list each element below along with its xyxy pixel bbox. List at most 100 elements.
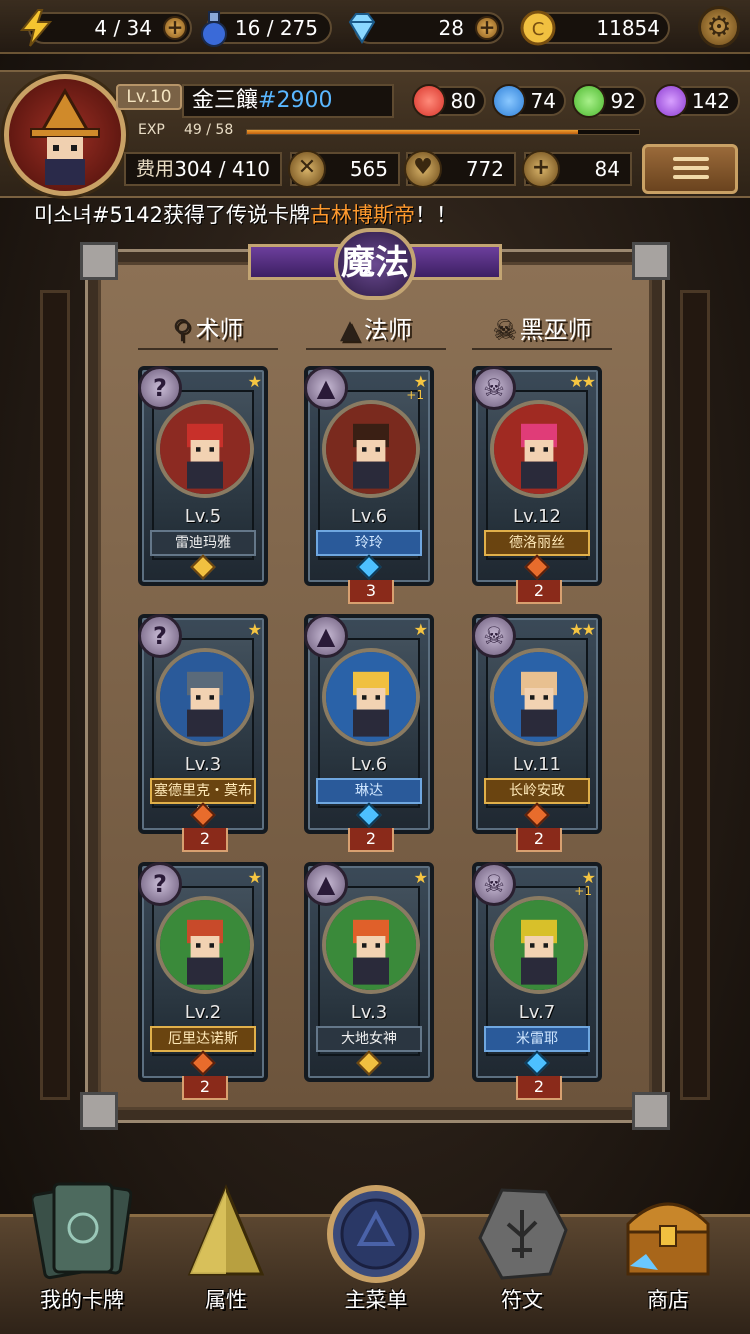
character-portrait-icon <box>326 404 416 494</box>
card-name: 德洛丽丝 <box>484 530 590 556</box>
blue-orb-counter: 74 <box>492 84 566 118</box>
board-corner-tr <box>632 242 670 280</box>
gem-add-button[interactable]: + <box>475 16 499 40</box>
magic-card[interactable]: ▲ ★ +1 Lv.6 玲玲 3 <box>304 366 434 604</box>
green-orb-icon <box>572 84 606 118</box>
card-class-badge: ☠ <box>472 366 516 410</box>
card-portrait <box>490 896 588 994</box>
card-portrait <box>490 648 588 746</box>
energy-add-button[interactable]: + <box>163 16 187 40</box>
nav-label: 主菜单 <box>344 1288 408 1312</box>
potion-counter: 16 / 275 <box>201 11 332 47</box>
card-level: Lv.6 <box>350 506 388 527</box>
player-level: Lv.10 <box>116 84 182 110</box>
treasure-chest-icon <box>626 1202 710 1276</box>
card-level: Lv.5 <box>184 506 222 527</box>
star-rating: ★★ <box>569 372 596 391</box>
board-corner-br <box>632 1092 670 1130</box>
magic-card[interactable]: ? ★ Lv.2 厄里达诺斯 2 <box>138 862 268 1100</box>
card-class-badge: ☠ <box>472 614 516 658</box>
card-count: 2 <box>516 828 562 852</box>
cost-counter: 费用 304 / 410 <box>124 152 282 186</box>
card-name: 大地女神 <box>316 1026 422 1052</box>
purple-orb-icon <box>654 84 688 118</box>
card-class-badge: ▲ <box>304 862 348 906</box>
nav-main-menu[interactable]: 主菜单 <box>306 1168 446 1334</box>
column-header-summoner: ⚲ 术师 <box>138 310 278 350</box>
card-count: 2 <box>516 1076 562 1100</box>
exp-label: EXP <box>138 122 165 138</box>
magic-card[interactable]: ▲ ★ Lv.6 琳达 2 <box>304 614 434 852</box>
magic-card[interactable]: ☠ ★★ Lv.12 德洛丽丝 2 <box>472 366 602 604</box>
crossed-swords-icon: ✕ <box>288 150 326 188</box>
cost-value: 304 / 410 <box>174 157 270 181</box>
ticker-prefix: 미소녀#5142获得了传说卡牌 <box>34 203 310 227</box>
nav-my-cards[interactable]: 我的卡牌 <box>12 1168 152 1334</box>
character-portrait-icon <box>160 652 250 742</box>
card-portrait <box>156 400 254 498</box>
svg-text:C: C <box>532 19 545 40</box>
nav-runes[interactable]: 符文 <box>452 1168 592 1334</box>
card-name: 琳达 <box>316 778 422 804</box>
hamburger-menu-button[interactable] <box>642 144 738 194</box>
green-orb-counter: 92 <box>572 84 646 118</box>
magic-card[interactable]: ? ★ Lv.3 塞德里克・莫布雷 2 <box>138 614 268 852</box>
card-class-badge: ☠ <box>472 862 516 906</box>
star-rating: ★ <box>247 868 262 887</box>
staff-icon: ⚲ <box>172 315 192 345</box>
magic-card[interactable]: ☠ ★ +1 Lv.7 米雷耶 2 <box>472 862 602 1100</box>
attack-value: 565 <box>349 157 388 181</box>
purple-orb-value: 142 <box>691 89 730 113</box>
star-rating: ★ <box>247 620 262 639</box>
emblem-icon <box>327 1185 425 1283</box>
player-avatar[interactable] <box>4 74 126 196</box>
star-bonus: +1 <box>406 388 424 402</box>
magic-card[interactable]: ☠ ★★ Lv.11 长岭安政 2 <box>472 614 602 852</box>
announcement-ticker: 미소녀#5142获得了传说卡牌古林博斯帝！！ <box>34 200 457 230</box>
nav-label: 商店 <box>647 1288 689 1312</box>
column-header-dark-wizard: ☠ 黑巫师 <box>472 310 612 350</box>
gear-icon[interactable]: ⚙ <box>698 6 740 48</box>
card-name: 玲玲 <box>316 530 422 556</box>
attack-counter: ✕ 565 <box>288 150 400 188</box>
card-count: 2 <box>516 580 562 604</box>
heart-shield-icon: ♥ <box>404 150 442 188</box>
card-name: 长岭安政 <box>484 778 590 804</box>
magic-card[interactable]: ▲ ★ Lv.3 大地女神 <box>304 862 434 1082</box>
card-class-badge: ? <box>138 862 182 906</box>
board-corner-tl <box>80 242 118 280</box>
card-class-badge: ? <box>138 366 182 410</box>
player-name-text: 金三饟 <box>192 88 259 113</box>
character-portrait-icon <box>494 900 584 990</box>
nav-attributes[interactable]: 属性 <box>156 1168 296 1334</box>
defense-value: 772 <box>465 157 504 181</box>
card-name: 厄里达诺斯 <box>150 1026 256 1052</box>
cards-icon <box>32 1181 132 1280</box>
health-counter: + 84 <box>522 150 632 188</box>
card-name: 米雷耶 <box>484 1026 590 1052</box>
character-portrait-icon <box>160 404 250 494</box>
star-rating: ★ <box>413 620 428 639</box>
defense-counter: ♥ 772 <box>404 150 516 188</box>
card-portrait <box>156 896 254 994</box>
nav-label: 属性 <box>205 1288 247 1312</box>
star-rating: ★ <box>413 868 428 887</box>
ticker-suffix: ！！ <box>415 203 457 227</box>
exp-bar: EXP 49 / 58 <box>130 122 640 140</box>
star-rating: ★ <box>247 372 262 391</box>
nav-shop[interactable]: 商店 <box>598 1168 738 1334</box>
card-level: Lv.6 <box>350 754 388 775</box>
card-name: 雷迪玛雅 <box>150 530 256 556</box>
wizard-hat-icon: ▲ <box>340 315 360 345</box>
character-portrait-icon <box>326 652 416 742</box>
gem-value: 28 <box>438 16 464 40</box>
right-side-bar <box>680 290 710 1100</box>
card-level: Lv.7 <box>518 1002 556 1023</box>
card-portrait <box>490 400 588 498</box>
card-level: Lv.11 <box>513 754 561 775</box>
red-orb-counter: 80 <box>412 84 486 118</box>
red-orb-icon <box>412 84 446 118</box>
magic-card[interactable]: ? ★ Lv.5 雷迪玛雅 <box>138 366 268 586</box>
nav-label: 符文 <box>501 1288 543 1312</box>
coin-counter: C 11854 <box>520 10 670 46</box>
